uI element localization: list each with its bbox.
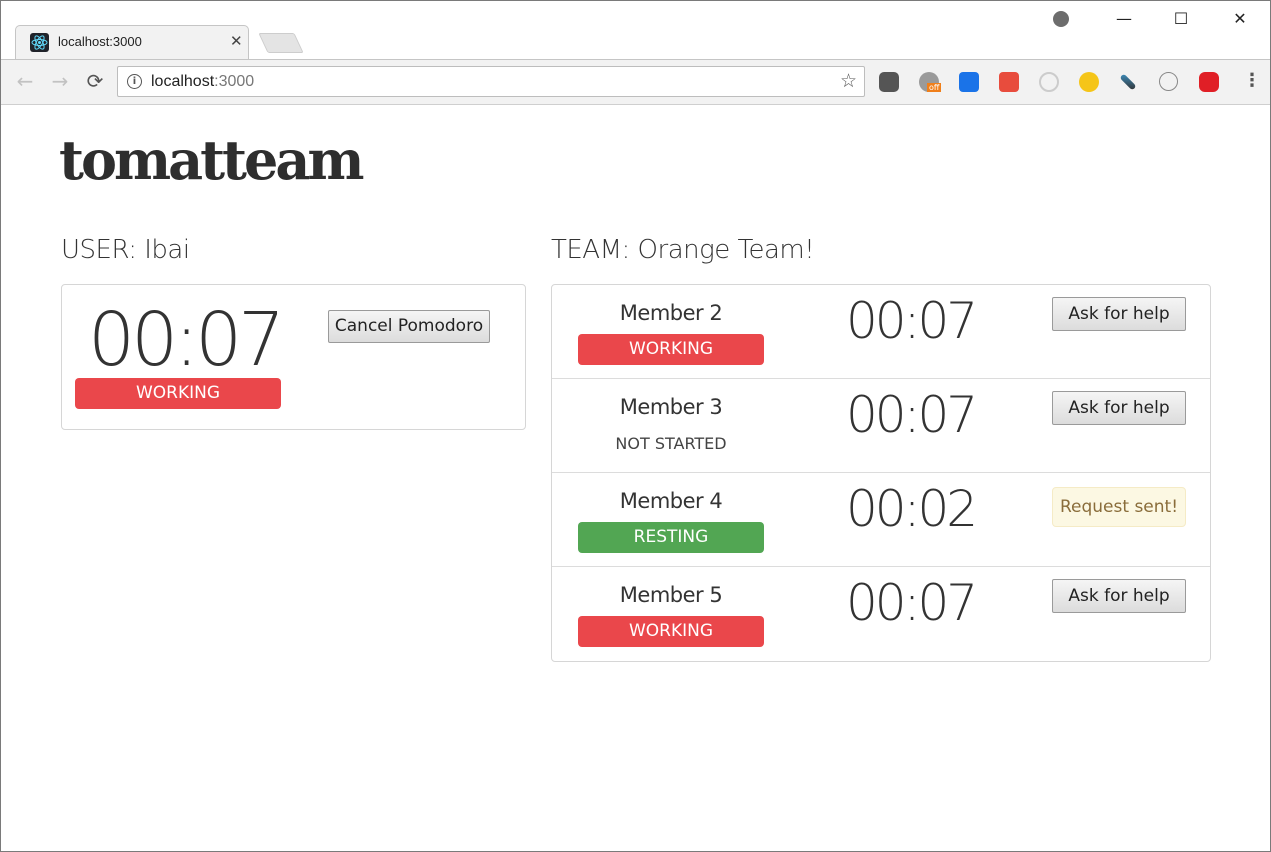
circle-icon[interactable] [1039,72,1059,92]
braces-icon[interactable] [1159,72,1178,91]
bookmark-star-icon[interactable]: ☆ [840,70,857,92]
member-status-badge: NOT STARTED [615,434,727,453]
team-heading: TEAM: Orange Team! [551,235,815,265]
minimize-button[interactable]: — [1101,5,1147,33]
member-timer: 00:02 [846,480,978,538]
tab-strip: localhost:3000 ✕ — ☐ ✕ [1,1,1270,60]
url-host: localhost [151,73,215,90]
cancel-pomodoro-button[interactable]: Cancel Pomodoro [328,310,490,343]
member-status-badge: WORKING [578,334,764,365]
address-bar[interactable]: i localhost:3000 ☆ [117,66,865,97]
pocket-icon[interactable] [879,72,899,92]
member-row: Member 5 WORKING 00:07 Ask for help [552,567,1210,661]
user-timer: 00:07 [88,297,285,383]
forward-arrow-icon[interactable]: → [48,69,72,93]
member-row: Member 4 RESTING 00:02 Request sent! [552,473,1210,567]
close-window-button[interactable]: ✕ [1217,5,1263,33]
user-heading: USER: Ibai [61,235,190,265]
tab-title: localhost:3000 [58,34,142,49]
reload-icon[interactable]: ⟳ [83,69,107,93]
browser-window: localhost:3000 ✕ — ☐ ✕ ← → ⟳ i localhost… [0,0,1271,852]
back-arrow-icon[interactable]: ← [13,69,37,93]
trello-icon[interactable] [959,72,979,92]
member-status-badge: RESTING [578,522,764,553]
extension-badge: off [927,83,942,92]
user-card: 00:07 Cancel Pomodoro WORKING [61,284,526,430]
url-port: :3000 [214,73,255,90]
url-text[interactable]: localhost:3000 [151,73,254,91]
profile-icon[interactable] [1053,11,1069,27]
new-tab-button[interactable] [258,33,304,53]
fox-off-icon[interactable]: off [919,72,942,92]
member-timer: 00:07 [846,386,978,444]
page-content: tomatteam USER: Ibai 00:07 Cancel Pomodo… [1,105,1270,851]
tab-close-icon[interactable]: ✕ [230,32,243,50]
menu-icon[interactable]: ⋮ [1243,70,1261,92]
paw-icon[interactable] [999,72,1019,92]
member-row: Member 2 WORKING 00:07 Ask for help [552,285,1210,379]
app-logo: tomatteam [59,128,364,192]
member-name: Member 5 [619,583,723,607]
member-timer: 00:07 [846,292,978,350]
browser-tab[interactable]: localhost:3000 ✕ [15,25,249,60]
ask-for-help-button[interactable]: Ask for help [1052,579,1186,613]
maximize-button[interactable]: ☐ [1158,5,1204,33]
ask-for-help-button[interactable]: Ask for help [1052,297,1186,331]
request-sent-notice: Request sent! [1052,487,1186,527]
member-timer: 00:07 [846,574,978,632]
team-card: Member 2 WORKING 00:07 Ask for help Memb… [551,284,1211,662]
member-status-badge: WORKING [578,616,764,647]
member-name: Member 4 [619,489,723,513]
react-favicon-icon [30,33,49,52]
ask-for-help-button[interactable]: Ask for help [1052,391,1186,425]
eyedropper-icon[interactable] [1119,73,1137,91]
moon-icon[interactable] [1079,72,1099,92]
stop-hand-icon[interactable] [1199,72,1219,92]
member-row: Member 3 NOT STARTED 00:07 Ask for help [552,379,1210,473]
member-name: Member 2 [619,301,723,325]
member-name: Member 3 [619,395,723,419]
browser-toolbar: ← → ⟳ i localhost:3000 ☆ off ⋮ [1,59,1270,105]
info-icon[interactable]: i [127,74,142,89]
user-status-badge: WORKING [75,378,281,409]
